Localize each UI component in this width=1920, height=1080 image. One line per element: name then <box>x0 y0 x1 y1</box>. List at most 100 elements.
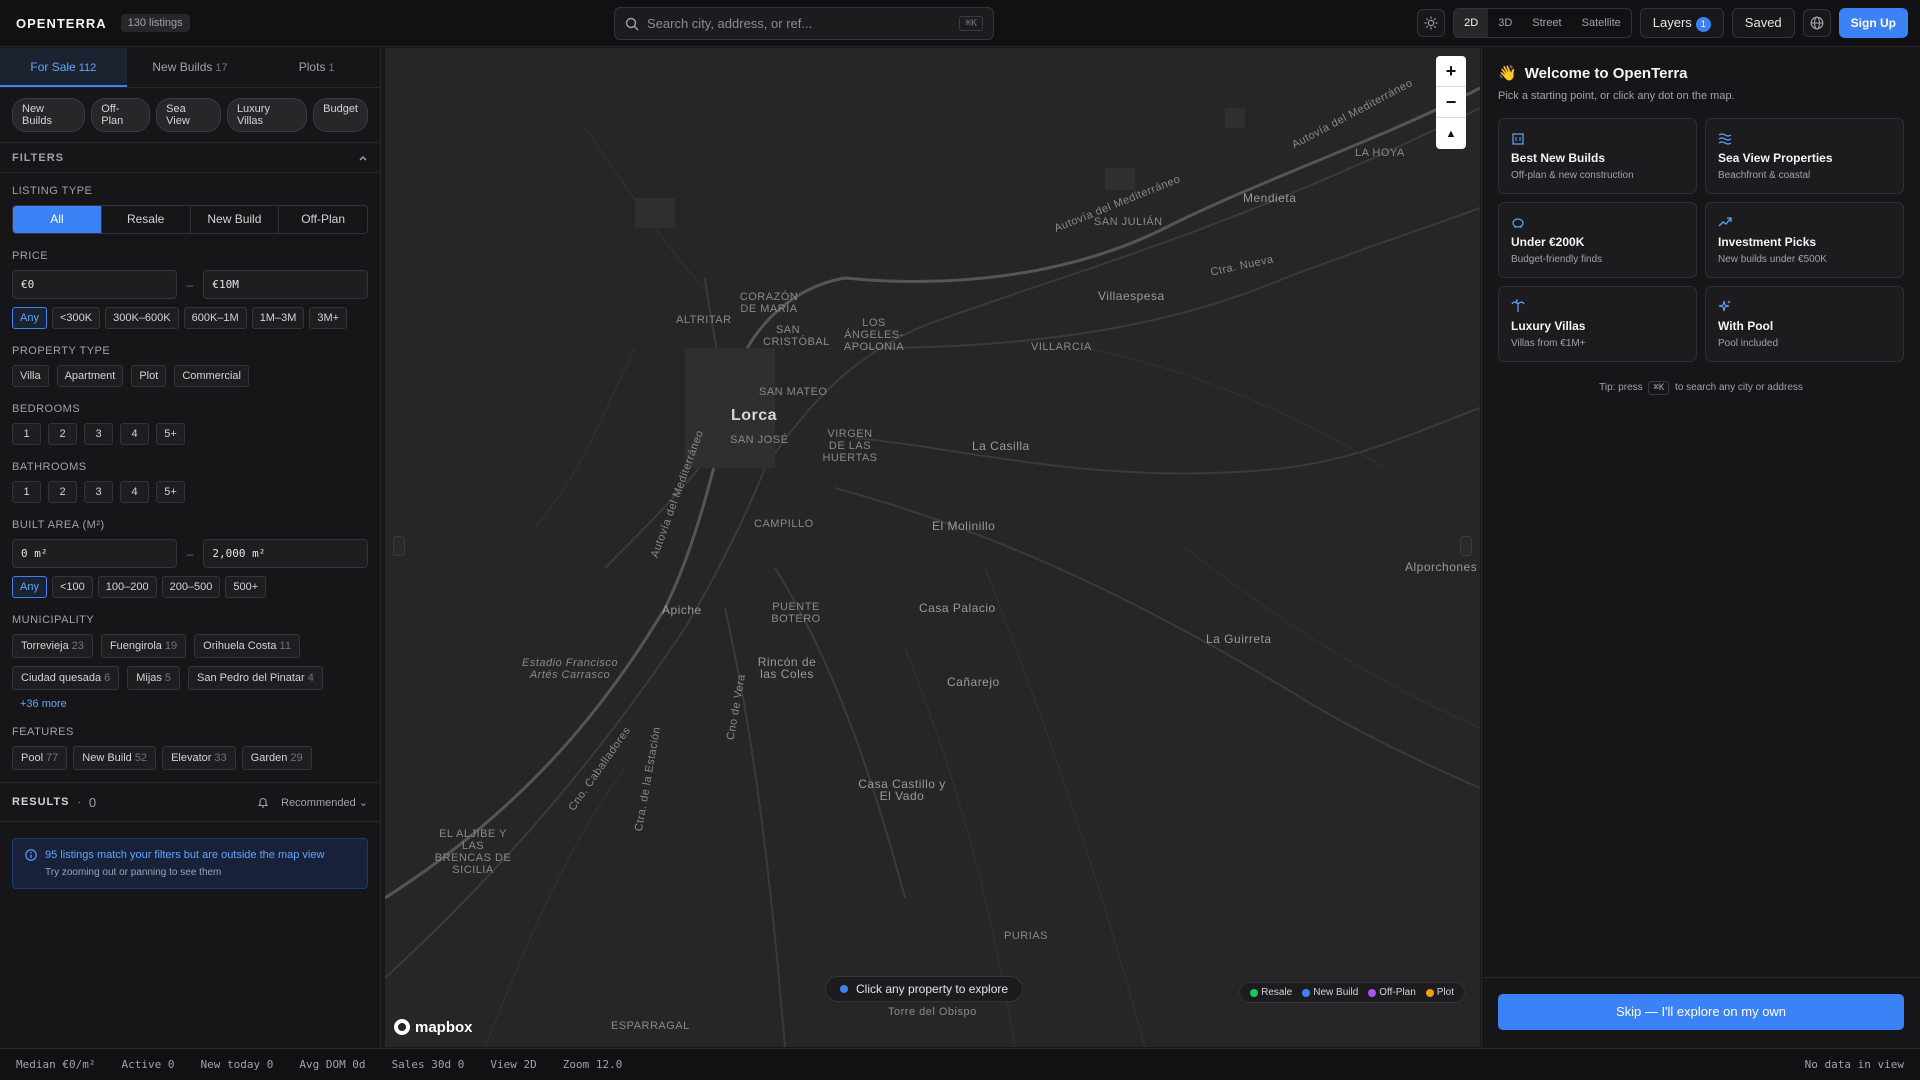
card-investment-picks[interactable]: Investment Picks New builds under €500K <box>1705 202 1904 278</box>
tab-plots[interactable]: Plots 1 <box>253 48 380 87</box>
layers-button[interactable]: Layers 1 <box>1639 8 1724 38</box>
municipality-tag[interactable]: Ciudad quesada 6 <box>12 666 120 690</box>
chip-budget[interactable]: Budget <box>313 98 368 132</box>
price-preset[interactable]: 3M+ <box>309 307 348 329</box>
listing-type-resale[interactable]: Resale <box>102 206 191 233</box>
bathrooms-option[interactable]: 2 <box>48 481 77 503</box>
legend-dot <box>1368 988 1377 997</box>
bedrooms-option[interactable]: 3 <box>84 423 113 445</box>
compass-button[interactable]: ▲ <box>1436 118 1466 149</box>
filters-header[interactable]: FILTERS <box>0 143 380 173</box>
built-area-preset[interactable]: Any <box>12 576 47 598</box>
search-bar[interactable]: Search city, address, or ref... ⌘K <box>614 7 994 40</box>
built-area-preset[interactable]: 100–200 <box>97 576 157 598</box>
globe-icon <box>1810 16 1824 30</box>
bedrooms-option[interactable]: 2 <box>48 423 77 445</box>
municipality-tag[interactable]: San Pedro del Pinatar 4 <box>188 666 323 690</box>
price-preset[interactable]: Any <box>12 307 47 329</box>
app-logo[interactable]: OPENTERRA <box>16 16 107 31</box>
property-type-plot[interactable]: Plot <box>131 365 167 387</box>
saved-button[interactable]: Saved <box>1731 8 1795 38</box>
results-count: 0 <box>88 794 97 810</box>
legend-dot <box>1425 988 1434 997</box>
card-under-200k[interactable]: Under €200K Budget-friendly finds <box>1498 202 1697 278</box>
municipality-tag[interactable]: Fuengirola 19 <box>100 634 187 658</box>
legend-label: Plot <box>1436 987 1454 998</box>
built-area-max-input[interactable]: 2,000 m² <box>203 539 368 568</box>
feature-tag[interactable]: Elevator 33 <box>162 746 236 770</box>
view-2d-button[interactable]: 2D <box>1454 9 1489 37</box>
zoom-out-button[interactable]: − <box>1436 87 1466 118</box>
listing-type-label: LISTING TYPE <box>12 185 93 197</box>
bedrooms-option[interactable]: 4 <box>120 423 149 445</box>
price-max-input[interactable]: €10M <box>203 270 368 299</box>
bedrooms-option[interactable]: 5+ <box>156 423 185 445</box>
feature-tag[interactable]: New Build 52 <box>73 746 157 770</box>
skip-button[interactable]: Skip — I'll explore on my own <box>1498 994 1904 1030</box>
status-avg-dom: Avg DOM 0d <box>299 1058 366 1071</box>
listing-type-all[interactable]: All <box>13 206 102 233</box>
bedrooms-label: BEDROOMS <box>12 403 81 415</box>
municipality-label: MUNICIPALITY <box>12 614 95 626</box>
municipality-more-link[interactable]: +36 more <box>20 698 368 710</box>
property-type-commercial[interactable]: Commercial <box>174 365 249 387</box>
language-button[interactable] <box>1802 9 1831 37</box>
chip-off-plan[interactable]: Off-Plan <box>91 98 151 132</box>
bathrooms-option[interactable]: 1 <box>12 481 41 503</box>
built-area-label: BUILT AREA (M²) <box>12 519 105 531</box>
municipality-tag[interactable]: Mijas 5 <box>127 666 181 690</box>
collapse-left-panel-button[interactable] <box>393 536 405 556</box>
price-preset[interactable]: 1M–3M <box>251 307 305 329</box>
notice-subtitle: Try zooming out or panning to see them <box>45 867 222 878</box>
listing-type-new-build[interactable]: New Build <box>191 206 280 233</box>
bedrooms-option[interactable]: 1 <box>12 423 41 445</box>
municipality-tag[interactable]: Torrevieja 23 <box>12 634 93 658</box>
built-area-preset[interactable]: 200–500 <box>161 576 221 598</box>
bathrooms-option[interactable]: 4 <box>120 481 149 503</box>
built-area-preset[interactable]: <100 <box>51 576 93 598</box>
mapbox-logo[interactable]: mapbox <box>393 1018 473 1036</box>
map-canvas[interactable]: Lorca SAN MATEO SAN JOSÉ CORAZÓN DE MARÍ… <box>385 48 1480 1047</box>
card-with-pool[interactable]: With Pool Pool included <box>1705 286 1904 362</box>
tab-for-sale[interactable]: For Sale 112 <box>0 48 127 87</box>
card-sea-view[interactable]: Sea View Properties Beachfront & coastal <box>1705 118 1904 194</box>
chip-luxury-villas[interactable]: Luxury Villas <box>226 98 308 132</box>
top-bar: OPENTERRA 130 listings Search city, addr… <box>0 0 1920 47</box>
bathrooms-label: BATHROOMS <box>12 461 87 473</box>
card-best-new-builds[interactable]: Best New Builds Off-plan & new construct… <box>1498 118 1697 194</box>
view-3d-button[interactable]: 3D <box>1488 9 1522 37</box>
feature-tag[interactable]: Pool 77 <box>12 746 68 770</box>
feature-tag[interactable]: Garden 29 <box>241 746 312 770</box>
municipality-tag[interactable]: Orihuela Costa 11 <box>194 634 300 658</box>
chip-sea-view[interactable]: Sea View <box>156 98 221 132</box>
price-preset[interactable]: 600K–1M <box>183 307 247 329</box>
tag-count: 5 <box>164 672 172 684</box>
chevron-up-icon[interactable] <box>358 153 368 163</box>
listing-type-off-plan[interactable]: Off-Plan <box>279 206 367 233</box>
property-type-apartment[interactable]: Apartment <box>56 365 124 387</box>
tab-new-builds[interactable]: New Builds 17 <box>127 48 254 87</box>
property-type-villa[interactable]: Villa <box>12 365 49 387</box>
tip-prefix: Tip: press <box>1599 382 1643 393</box>
price-preset[interactable]: <300K <box>51 307 101 329</box>
built-area-preset[interactable]: 500+ <box>225 576 267 598</box>
bell-icon[interactable] <box>257 796 269 808</box>
theme-toggle-button[interactable] <box>1417 9 1446 37</box>
bathrooms-option[interactable]: 5+ <box>156 481 185 503</box>
bathrooms-option[interactable]: 3 <box>84 481 113 503</box>
welcome-panel: 👋 Welcome to OpenTerra Pick a starting po… <box>1481 48 1920 1047</box>
view-satellite-button[interactable]: Satellite <box>1572 9 1631 37</box>
collapse-right-panel-button[interactable] <box>1460 536 1472 556</box>
search-input[interactable]: Search city, address, or ref... <box>647 16 812 31</box>
tag-name: New Build <box>82 752 132 764</box>
sign-up-button[interactable]: Sign Up <box>1838 8 1908 38</box>
card-luxury-villas[interactable]: Luxury Villas Villas from €1M+ <box>1498 286 1697 362</box>
price-preset[interactable]: 300K–600K <box>105 307 179 329</box>
sort-dropdown[interactable]: Recommended ⌄ <box>281 796 368 809</box>
chip-new-builds[interactable]: New Builds <box>12 98 86 132</box>
zoom-in-button[interactable]: + <box>1436 56 1466 87</box>
legend-label: Off-Plan <box>1379 987 1416 998</box>
built-area-min-input[interactable]: 0 m² <box>12 539 177 568</box>
view-street-button[interactable]: Street <box>1522 9 1571 37</box>
price-min-input[interactable]: €0 <box>12 270 177 299</box>
